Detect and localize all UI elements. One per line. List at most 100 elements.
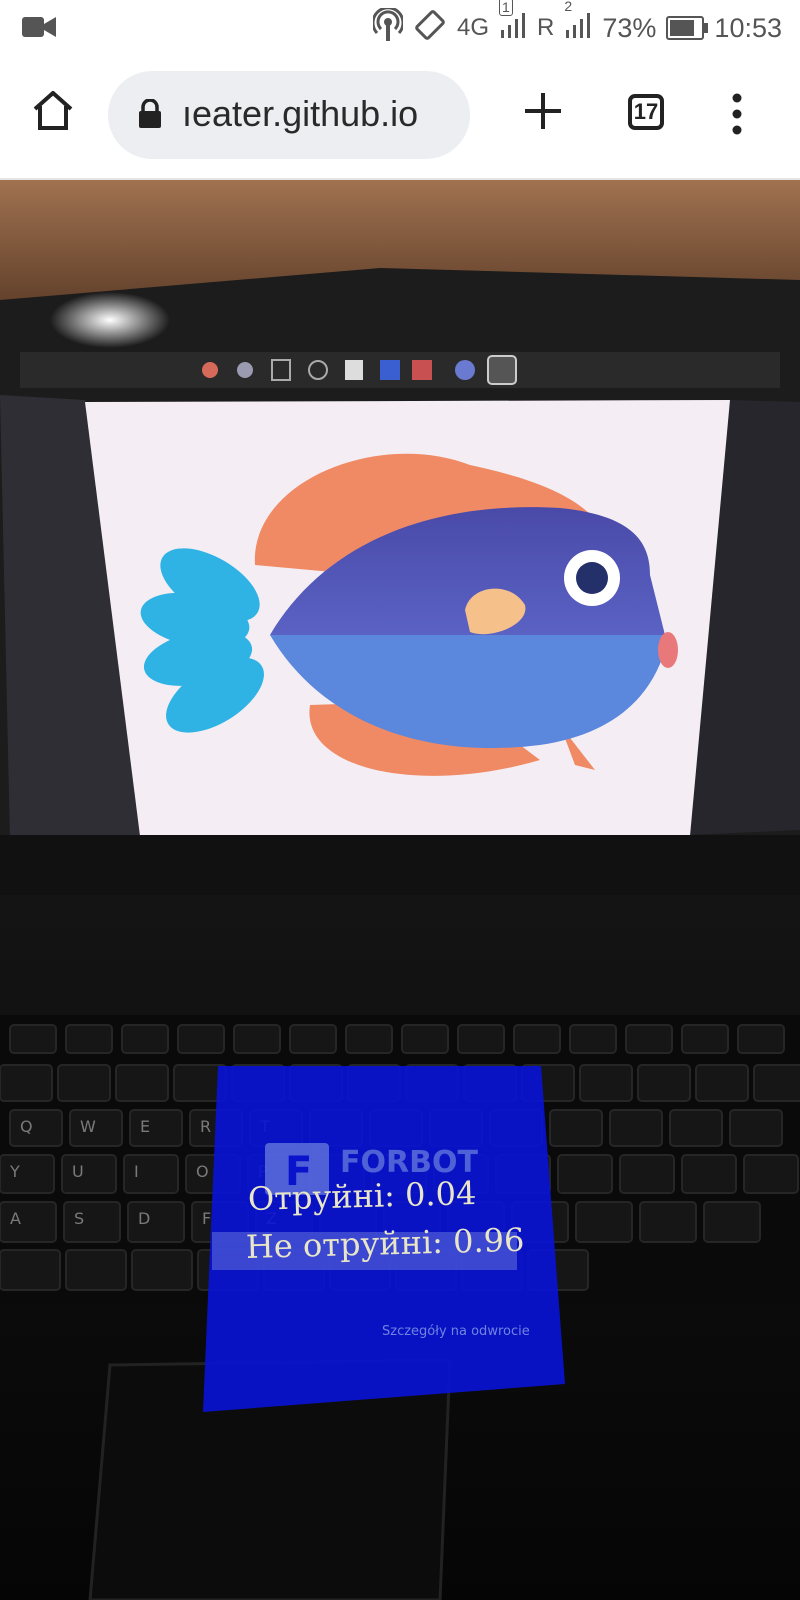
sim1-signal-icon: 1 xyxy=(499,0,527,47)
keyboard-key xyxy=(395,1249,457,1291)
keyboard-key xyxy=(63,1201,121,1243)
network-type-label: 4G xyxy=(457,14,490,41)
battery-percent: 73% xyxy=(602,12,657,43)
keyboard-key xyxy=(189,1109,243,1147)
keyboard-key xyxy=(61,1154,117,1194)
address-bar[interactable]: ıeater.github.io xyxy=(108,71,470,159)
keyboard-key xyxy=(639,1201,697,1243)
keyboard-key xyxy=(401,1024,449,1054)
keyboard-key-label: T xyxy=(259,1117,270,1136)
tab-switcher-button[interactable]: 17 xyxy=(628,94,664,130)
keyboard-key xyxy=(463,1064,517,1102)
keyboard-key xyxy=(637,1064,691,1102)
keyboard-key xyxy=(131,1249,193,1291)
keyboard-key xyxy=(129,1109,183,1147)
new-tab-button[interactable] xyxy=(522,90,564,132)
screen-rotate-icon xyxy=(413,8,447,49)
keyboard-key xyxy=(429,1109,483,1147)
keyboard-key-label: Y xyxy=(9,1162,20,1181)
camera-scene: Q W E R T Y U I O P A S D F Z xyxy=(0,180,800,1600)
sim2-signal-icon: 2 xyxy=(564,0,592,47)
keyboard-key xyxy=(0,1249,61,1291)
keyboard-key xyxy=(579,1064,633,1102)
overflow-menu-button[interactable] xyxy=(728,92,746,136)
keyboard-key xyxy=(511,1201,569,1243)
keyboard-key-label: F xyxy=(202,1209,211,1228)
keyboard-key xyxy=(233,1024,281,1054)
keyboard-key xyxy=(369,1109,423,1147)
url-text: ıeater.github.io xyxy=(182,93,419,134)
keyboard-key xyxy=(65,1024,113,1054)
keyboard-key xyxy=(289,1064,343,1102)
keyboard-key xyxy=(309,1109,363,1147)
keyboard-key xyxy=(625,1024,673,1054)
keyboard-key-label: U xyxy=(72,1162,84,1181)
keyboard-key xyxy=(249,1109,303,1147)
keyboard-key xyxy=(9,1109,63,1147)
keyboard-key xyxy=(57,1064,111,1102)
keyboard-key xyxy=(753,1064,800,1102)
keyboard-key xyxy=(121,1024,169,1054)
keyboard-key xyxy=(457,1024,505,1054)
keyboard-key xyxy=(489,1109,543,1147)
keyboard-key xyxy=(173,1064,227,1102)
keyboard-key xyxy=(289,1024,337,1054)
keyboard-key-label: I xyxy=(134,1162,139,1181)
keyboard-key xyxy=(669,1109,723,1147)
keyboard-key xyxy=(247,1154,303,1194)
home-button[interactable] xyxy=(30,88,76,134)
status-bar: 4G 1 R 2 73% 10:53 xyxy=(0,0,800,54)
keyboard-key xyxy=(447,1201,505,1243)
lock-icon xyxy=(138,98,162,129)
keyboard-key xyxy=(0,1154,55,1194)
keyboard-key xyxy=(371,1154,427,1194)
keyboard-key-label: E xyxy=(140,1117,150,1136)
browser-toolbar: ıeater.github.io 17 xyxy=(0,54,800,180)
keyboard-key xyxy=(557,1154,613,1194)
keyboard-key xyxy=(185,1154,241,1194)
keyboard-key-label: W xyxy=(80,1117,96,1136)
keyboard-key xyxy=(729,1109,783,1147)
keyboard-key xyxy=(127,1201,185,1243)
keyboard-key xyxy=(513,1024,561,1054)
keyboard-key xyxy=(695,1064,749,1102)
keyboard-key xyxy=(9,1024,57,1054)
keyboard-key xyxy=(575,1201,633,1243)
keyboard-key xyxy=(319,1201,377,1243)
keyboard-key xyxy=(263,1249,325,1291)
keyboard-key xyxy=(309,1154,365,1194)
keyboard-key-label: D xyxy=(138,1209,150,1228)
sim2-label: 2 xyxy=(564,0,573,14)
status-indicators: 4G 1 R 2 73% 10:53 xyxy=(371,0,782,49)
keyboard-key xyxy=(329,1249,391,1291)
keyboard-key xyxy=(0,1064,53,1102)
keyboard-key-label: R xyxy=(200,1117,211,1136)
keyboard-key xyxy=(521,1064,575,1102)
keyboard-key xyxy=(609,1109,663,1147)
keyboard-key xyxy=(347,1064,401,1102)
video-camera-icon xyxy=(22,14,56,45)
roaming-label: R xyxy=(537,14,555,41)
keyboard-key xyxy=(191,1201,249,1243)
keyboard-key xyxy=(433,1154,489,1194)
keyboard-key xyxy=(345,1024,393,1054)
keyboard-key xyxy=(495,1154,551,1194)
more-vert-icon xyxy=(732,93,742,135)
keyboard-key xyxy=(0,1201,57,1243)
keyboard-key xyxy=(681,1024,729,1054)
clock: 10:53 xyxy=(714,12,782,43)
keyboard-key xyxy=(703,1201,761,1243)
battery-icon xyxy=(666,16,709,40)
keyboard-key-label: O xyxy=(196,1162,209,1181)
keyboard-key xyxy=(123,1154,179,1194)
hotspot-icon xyxy=(371,5,405,49)
sim1-label: 1 xyxy=(499,0,513,16)
keyboard-key xyxy=(461,1249,523,1291)
keyboard-key xyxy=(69,1109,123,1147)
keyboard-key xyxy=(255,1201,313,1243)
keyboard-key xyxy=(681,1154,737,1194)
keyboard-key-label: P xyxy=(258,1162,268,1181)
keyboard-key xyxy=(197,1249,259,1291)
screen-bezel xyxy=(0,835,800,895)
keyboard-key-label: S xyxy=(74,1209,84,1228)
